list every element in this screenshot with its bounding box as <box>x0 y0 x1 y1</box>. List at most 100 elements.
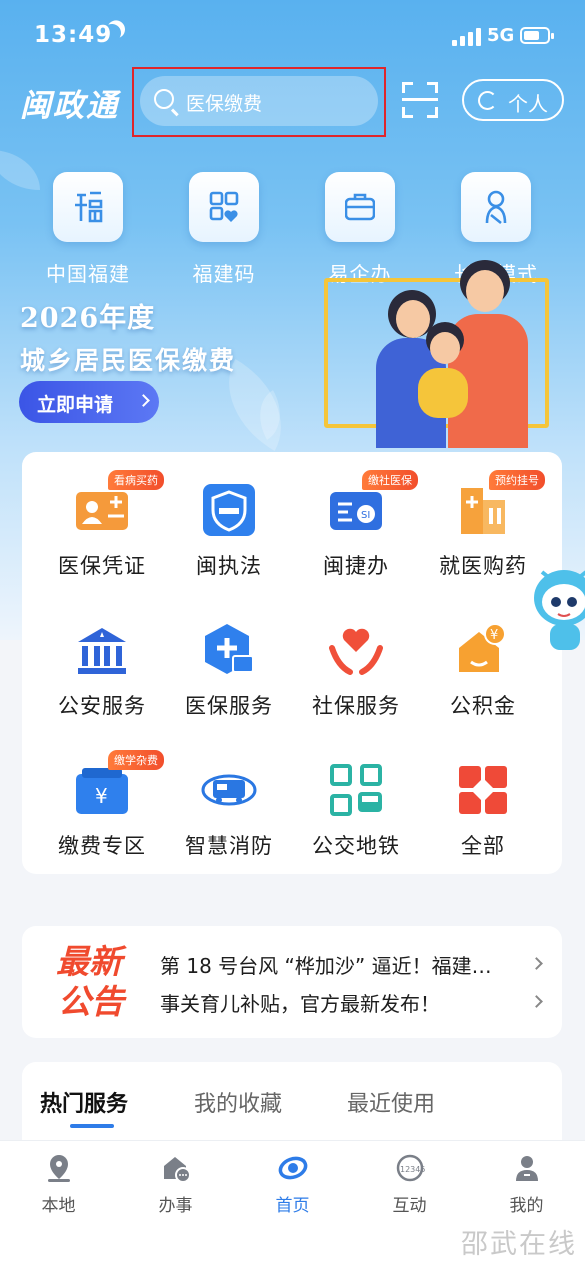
service-min-law[interactable]: 闽执法 <box>169 482 289 580</box>
service-label: 公积金 <box>450 694 516 718</box>
all-grid-icon <box>455 762 511 818</box>
medical-card-icon: 看病买药 <box>74 470 164 538</box>
service-label: 医保服务 <box>185 694 273 718</box>
tab-my-favorites[interactable]: 我的收藏 <box>194 1086 282 1118</box>
service-badge: 缴社医保 <box>362 470 418 490</box>
signal-icon <box>452 28 482 46</box>
service-badge: 缴学杂费 <box>108 750 164 770</box>
service-label: 公交地铁 <box>312 834 400 858</box>
tab-hot-services[interactable]: 热门服务 <box>40 1086 128 1118</box>
bus-qr-icon <box>328 762 384 818</box>
fund-coin-icon: ¥ <box>455 622 511 678</box>
service-label: 社保服务 <box>312 694 400 718</box>
svg-text:SI: SI <box>361 510 370 521</box>
latest-notice-tag: 最新 公告 <box>56 942 124 1022</box>
briefcase-icon <box>325 172 395 242</box>
tab-recently-used[interactable]: 最近使用 <box>347 1086 435 1118</box>
banner-title: 2026年度 城乡居民医保缴费 <box>20 296 236 377</box>
service-all[interactable]: 全部 <box>423 762 543 860</box>
service-medical-pharmacy[interactable]: 预约挂号 就医购药 <box>423 470 545 580</box>
police-building-icon <box>74 622 130 678</box>
service-payment-zone[interactable]: ¥ 缴学杂费 缴费专区 <box>42 750 164 860</box>
hospital-icon: 预约挂号 <box>455 470 545 538</box>
service-label: 医保凭证 <box>58 554 146 578</box>
heart-hands-icon <box>328 622 384 678</box>
qr-heart-icon <box>189 172 259 242</box>
chevron-right-icon <box>137 394 150 407</box>
quick-link-fujian-code[interactable]: 福建码 <box>174 172 274 287</box>
notice-tag-line1: 最新 <box>56 942 122 981</box>
law-badge-icon <box>201 482 257 538</box>
notice-item[interactable]: 事关育儿补贴，官方最新发布！ <box>160 988 540 1017</box>
search-icon <box>154 89 174 109</box>
banner-year: 2026年度 <box>20 303 156 334</box>
medical-shield-icon <box>201 622 257 678</box>
svg-text:12345: 12345 <box>400 1165 425 1174</box>
service-label: 就医购药 <box>439 554 527 578</box>
house-chat-icon <box>161 1153 191 1183</box>
service-min-jie[interactable]: SI 缴社医保 闽捷办 <box>296 470 418 580</box>
nav-home[interactable]: 首页 <box>234 1153 351 1216</box>
nav-affairs[interactable]: 办事 <box>117 1153 234 1216</box>
notice-item[interactable]: 第 18 号台风 “桦加沙” 逼近！福建… <box>160 950 540 979</box>
nav-local[interactable]: 本地 <box>0 1153 117 1216</box>
nav-label: 办事 <box>158 1196 193 1216</box>
scan-icon <box>402 98 438 101</box>
personal-label: 个人 <box>508 92 548 116</box>
nav-interact[interactable]: 12345 互动 <box>351 1153 468 1216</box>
quick-link-china-fujian[interactable]: 中国福建 <box>38 172 138 287</box>
quick-link-label: 福建码 <box>192 262 256 286</box>
service-medical-insurance[interactable]: 医保服务 <box>169 622 289 720</box>
assistant-mascot[interactable] <box>528 552 585 662</box>
service-label: 缴费专区 <box>58 834 146 858</box>
watermark-text: 邵武在线 <box>461 1229 577 1260</box>
search-input[interactable]: 医保缴费 <box>140 76 378 126</box>
hotline-12345-icon: 12345 <box>395 1153 425 1183</box>
search-placeholder: 医保缴费 <box>186 93 263 115</box>
active-tab-indicator <box>70 1124 114 1128</box>
profile-icon <box>512 1153 542 1183</box>
service-label: 闽执法 <box>196 554 262 578</box>
social-card-icon: SI 缴社医保 <box>328 470 418 538</box>
home-swirl-icon <box>278 1153 308 1183</box>
svg-text:¥: ¥ <box>490 628 498 643</box>
service-label: 智慧消防 <box>185 834 273 858</box>
service-label: 闽捷办 <box>323 554 389 578</box>
services-card: 看病买药 医保凭证 闽执法 SI 缴社医保 闽捷办 预约挂号 就医购药 公安服务… <box>22 452 562 874</box>
switch-icon <box>478 91 497 110</box>
scan-button[interactable] <box>402 82 438 118</box>
nav-label: 我的 <box>509 1196 544 1216</box>
fire-truck-icon <box>201 762 257 818</box>
service-smart-fire[interactable]: 智慧消防 <box>169 762 289 860</box>
service-label: 全部 <box>461 834 505 858</box>
nav-label: 首页 <box>275 1196 310 1216</box>
apply-label: 立即申请 <box>37 394 114 416</box>
service-label: 公安服务 <box>58 694 146 718</box>
quick-link-label: 中国福建 <box>46 262 130 286</box>
svg-text:¥: ¥ <box>95 784 108 808</box>
service-housing-fund[interactable]: ¥ 公积金 <box>423 622 543 720</box>
elder-icon <box>461 172 531 242</box>
fu-character-icon <box>53 172 123 242</box>
battery-icon <box>520 27 554 44</box>
service-police[interactable]: 公安服务 <box>42 622 162 720</box>
nav-label: 本地 <box>41 1196 76 1216</box>
service-tabs: 热门服务 我的收藏 最近使用 <box>22 1062 562 1152</box>
notice-tag-line2: 公告 <box>58 982 124 1021</box>
network-type: 5G <box>487 25 515 46</box>
family-illustration <box>318 238 558 448</box>
service-social-security[interactable]: 社保服务 <box>296 622 416 720</box>
location-pin-icon <box>44 1153 74 1183</box>
status-bar: 13:49 5G <box>0 0 585 72</box>
nav-mine[interactable]: 我的 <box>468 1153 585 1216</box>
service-badge: 预约挂号 <box>489 470 545 490</box>
service-bus-metro[interactable]: 公交地铁 <box>296 762 416 860</box>
notice-card: 最新 公告 第 18 号台风 “桦加沙” 逼近！福建… 事关育儿补贴，官方最新发… <box>22 926 562 1038</box>
status-time: 13:49 <box>34 22 113 48</box>
apply-now-button[interactable]: 立即申请 <box>19 381 159 423</box>
banner-subtitle: 城乡居民医保缴费 <box>20 346 237 375</box>
app-logo: 闽政通 <box>20 88 119 124</box>
service-badge: 看病买药 <box>108 470 164 490</box>
service-medical-voucher[interactable]: 看病买药 医保凭证 <box>42 470 164 580</box>
personal-toggle-button[interactable]: 个人 <box>462 79 564 121</box>
